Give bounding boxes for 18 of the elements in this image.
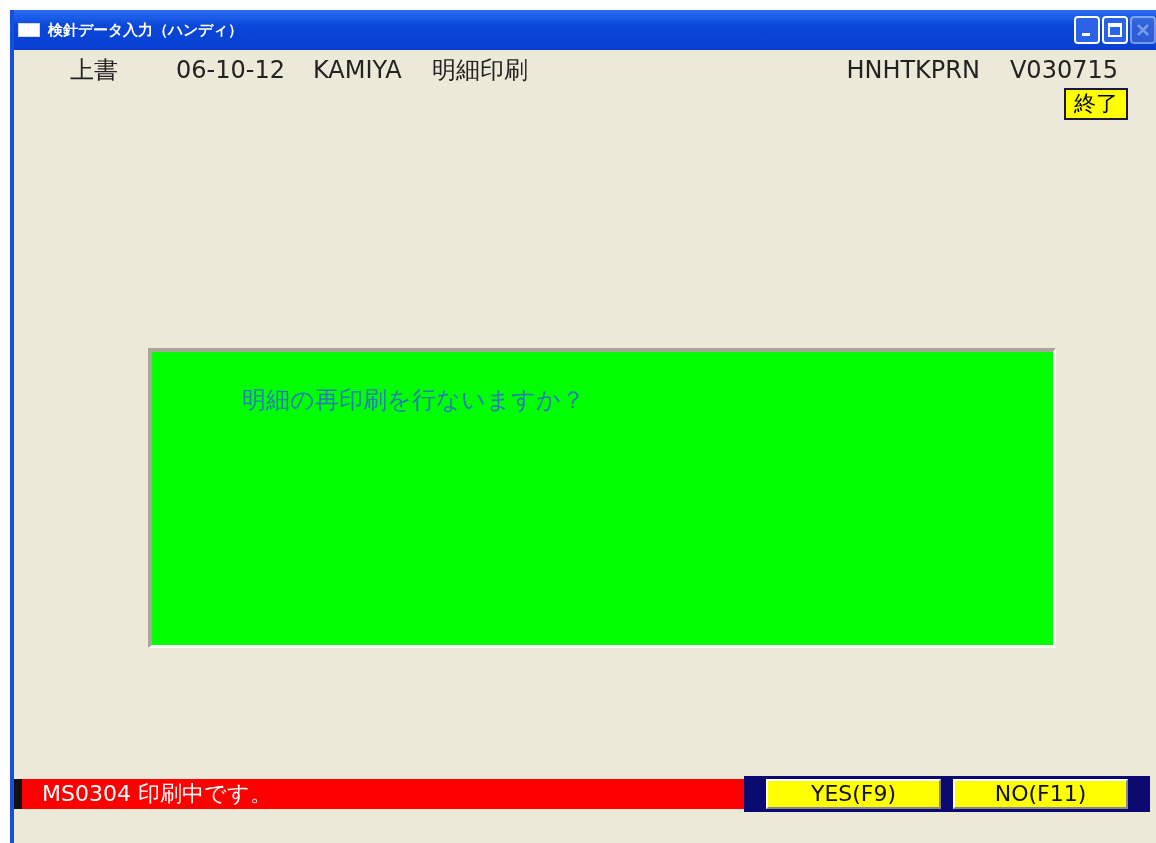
function-label: 明細印刷	[431, 55, 528, 86]
function-key-button[interactable]: YES(F9)	[766, 779, 941, 809]
date-label: 06-10-12	[176, 55, 285, 86]
confirm-message: 明細の再印刷を行ないますか？	[242, 385, 585, 416]
program-id: HNHTKPRN	[846, 55, 980, 86]
close-icon	[1136, 23, 1150, 37]
function-key-button[interactable]: NO(F11)	[953, 779, 1128, 809]
minimize-button[interactable]	[1074, 16, 1100, 44]
exit-button[interactable]: 終了	[1064, 88, 1128, 120]
user-label: KAMIYA	[312, 55, 402, 86]
window-icon	[18, 23, 40, 37]
maximize-icon	[1108, 23, 1122, 37]
window-title: 検針データ入力（ハンディ）	[48, 19, 244, 41]
version-label: V030715	[1009, 55, 1118, 86]
minimize-icon	[1081, 32, 1090, 36]
maximize-button[interactable]	[1102, 16, 1128, 44]
mode-label: 上書	[70, 55, 118, 86]
status-message: MS0304 印刷中です。	[14, 779, 744, 809]
